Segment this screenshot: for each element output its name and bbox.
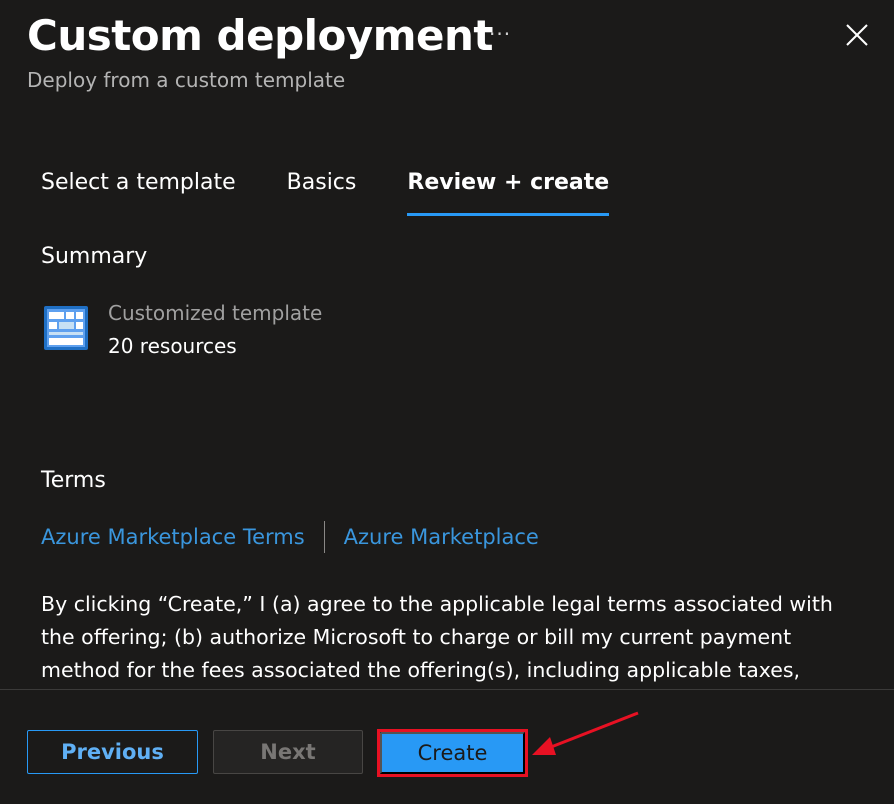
previous-button[interactable]: Previous — [27, 730, 198, 774]
terms-heading: Terms — [41, 468, 106, 493]
terms-links: Azure Marketplace Terms Azure Marketplac… — [41, 520, 539, 554]
footer-divider — [0, 689, 894, 690]
tab-review-create[interactable]: Review + create — [407, 166, 610, 216]
template-name: Customized template — [108, 301, 323, 325]
more-options-icon[interactable]: ··· — [489, 20, 511, 48]
create-button[interactable]: Create — [380, 732, 525, 774]
page-title: Custom deployment — [27, 11, 494, 60]
close-icon[interactable] — [842, 20, 872, 50]
template-grid-icon — [44, 306, 88, 350]
page-subtitle: Deploy from a custom template — [27, 68, 346, 92]
link-divider — [323, 521, 325, 553]
tab-basics[interactable]: Basics — [287, 166, 357, 216]
next-button[interactable]: Next — [213, 730, 363, 774]
legal-terms-text: By clicking “Create,” I (a) agree to the… — [41, 592, 833, 682]
annotation-arrow-icon — [532, 711, 639, 755]
tab-select-template[interactable]: Select a template — [41, 166, 236, 216]
azure-marketplace-link[interactable]: Azure Marketplace — [344, 521, 539, 553]
wizard-tabs: Select a template Basics Review + create — [41, 166, 660, 216]
custom-deployment-panel: Custom deployment ··· Deploy from a cust… — [0, 0, 894, 804]
azure-marketplace-terms-link[interactable]: Azure Marketplace Terms — [41, 521, 305, 553]
resource-count: 20 resources — [108, 334, 237, 358]
summary-heading: Summary — [41, 244, 148, 269]
